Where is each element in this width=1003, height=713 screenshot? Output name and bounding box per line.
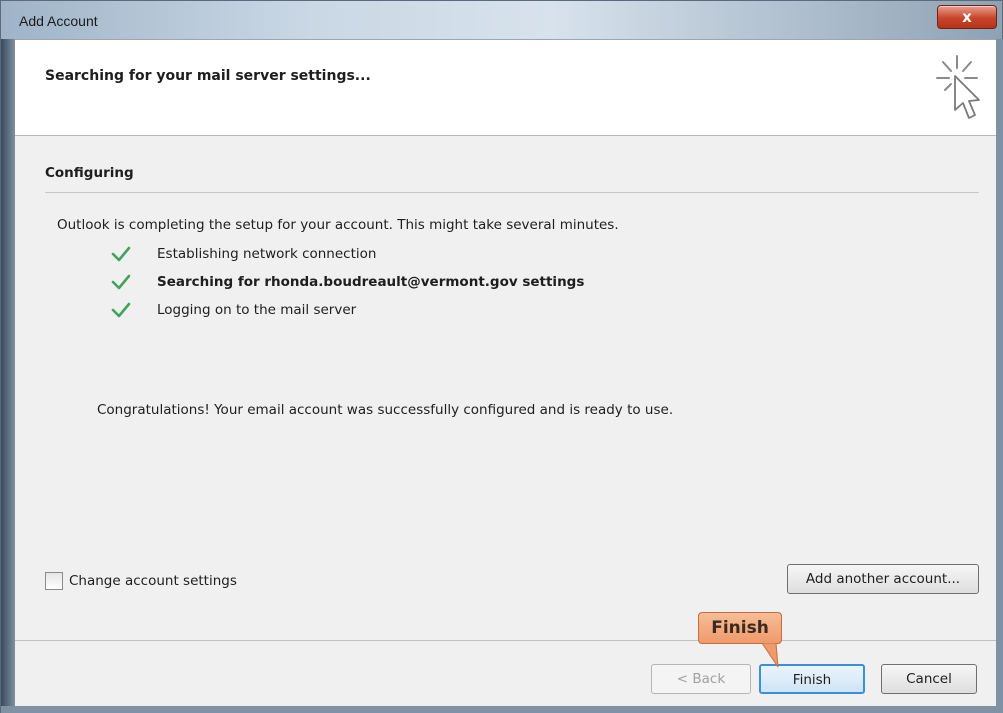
check-icon [111,302,131,318]
back-button[interactable]: < Back [651,664,751,694]
cancel-button[interactable]: Cancel [881,664,977,694]
close-icon: x [962,8,972,26]
section-title: Configuring [45,165,134,181]
check-icon [111,246,131,262]
step-item: Searching for rhonda.boudreault@vermont.… [111,271,584,293]
step-label: Logging on to the mail server [157,302,357,318]
step-label: Establishing network connection [157,246,377,262]
add-account-window: Add Account x Searching for your mail se… [0,0,1003,713]
window-border-bottom [1,706,1003,713]
finish-callout: Finish [698,612,782,644]
change-settings-checkbox[interactable] [45,572,63,590]
callout-arrow-icon [761,643,779,668]
window-border-right [996,39,1003,713]
status-intro-text: Outlook is completing the setup for your… [57,217,619,233]
window-border-left [1,39,15,713]
header-title: Searching for your mail server settings.… [45,68,371,84]
section-divider [45,192,979,193]
change-settings-label[interactable]: Change account settings [69,573,237,589]
cursor-click-icon [936,55,980,119]
close-button[interactable]: x [937,5,997,29]
success-message: Congratulations! Your email account was … [97,402,674,418]
window-title: Add Account [19,13,98,29]
step-item: Logging on to the mail server [111,299,356,321]
change-settings-option[interactable]: Change account settings [45,572,237,590]
add-another-account-button[interactable]: Add another account... [787,564,979,594]
dialog-content: Searching for your mail server settings.… [15,39,996,706]
dialog-header: Searching for your mail server settings.… [15,40,996,136]
step-item: Establishing network connection [111,243,376,265]
step-label: Searching for rhonda.boudreault@vermont.… [157,274,585,290]
title-bar[interactable]: Add Account x [1,1,1002,39]
footer-divider [15,640,996,641]
check-icon [111,274,131,290]
